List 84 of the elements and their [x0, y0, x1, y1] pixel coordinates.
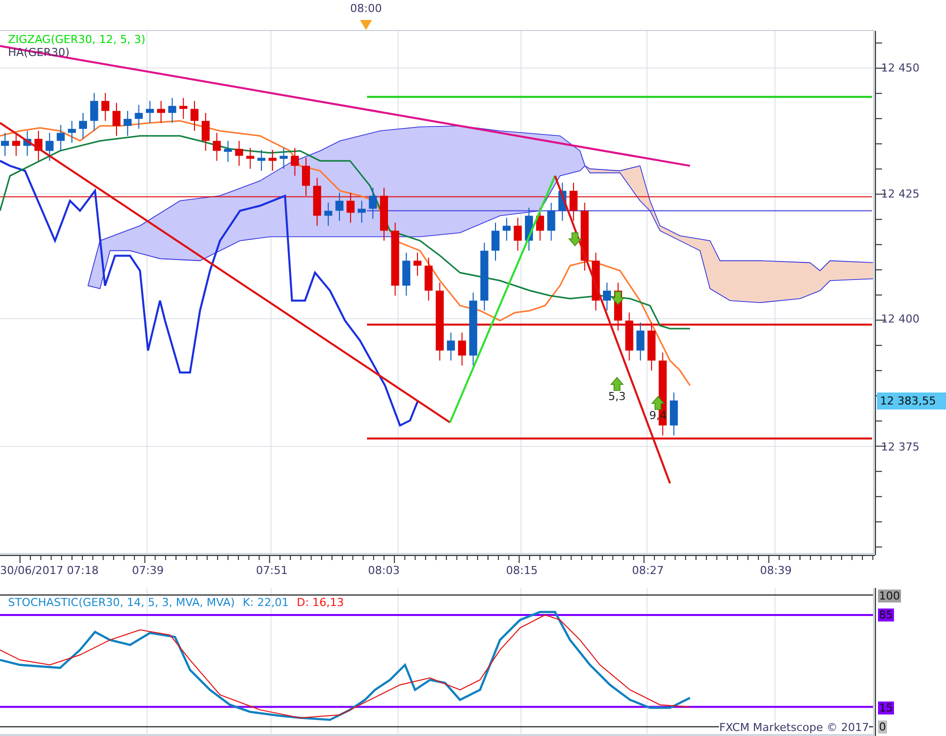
- candlestick: [112, 102, 120, 136]
- time-label: 07:39: [132, 564, 164, 578]
- candlestick: [190, 100, 198, 132]
- price-label: 12 425: [881, 187, 920, 200]
- candlestick: [402, 252, 410, 296]
- time-label: 08:39: [760, 564, 792, 578]
- candlestick: [558, 182, 566, 222]
- candlestick: [358, 200, 366, 224]
- candlestick: [235, 140, 244, 166]
- candlestick: [46, 132, 54, 162]
- d-value-label: D: 16,13: [296, 596, 344, 610]
- candlestick: [346, 192, 355, 224]
- candlestick: [502, 217, 511, 242]
- up-arrow-icon: [651, 396, 665, 410]
- candlestick: [648, 322, 656, 371]
- time-label: 08:03: [368, 564, 400, 578]
- candlestick: [101, 92, 110, 122]
- time-label: 08:15: [506, 564, 538, 578]
- price-label: 12 450: [881, 61, 920, 74]
- candlestick: [134, 104, 143, 130]
- time-label: 08:27: [632, 564, 664, 578]
- candlestick: [446, 332, 455, 361]
- k-value-label: K: 22,01: [242, 596, 289, 610]
- candlestick: [324, 202, 332, 226]
- candlestick: [536, 207, 544, 242]
- indicator-label: ZIGZAG(GER30, 12, 5, 3): [8, 32, 146, 46]
- candlestick: [458, 332, 466, 366]
- candlestick: [592, 252, 600, 312]
- candlestick: [146, 100, 154, 124]
- candlestick: [168, 97, 176, 124]
- candlestick: [290, 147, 299, 176]
- indicator-label: STOCHASTIC(GER30, 14, 5, 3, MVA, MVA): [8, 596, 235, 610]
- level-label: 15: [878, 702, 894, 715]
- candlestick: [547, 202, 556, 242]
- level-label: 85: [878, 608, 894, 622]
- candlestick: [202, 112, 210, 152]
- candlestick: [56, 124, 65, 152]
- candlestick: [492, 222, 500, 262]
- candlestick: [1, 132, 9, 156]
- signal-label: 5,3: [608, 390, 626, 403]
- time-label: 30/06/2017 07:18: [0, 564, 99, 578]
- down-arrow-icon: [611, 291, 625, 306]
- candlestick: [68, 120, 76, 144]
- price-label: 12 400: [881, 312, 920, 326]
- candlestick: [246, 147, 254, 170]
- candlestick: [580, 202, 589, 272]
- candlestick: [380, 187, 388, 242]
- candlestick: [602, 282, 611, 312]
- candlestick: [224, 140, 232, 162]
- candlestick: [179, 97, 188, 120]
- candlestick: [368, 187, 377, 220]
- candlestick: [335, 192, 344, 222]
- candlestick: [636, 322, 644, 361]
- candlestick: [90, 92, 98, 132]
- down-arrow-icon: [568, 232, 582, 246]
- candlestick: [313, 177, 322, 226]
- copyright-text: FXCM Marketscope © 2017: [719, 720, 869, 734]
- candlestick: [670, 392, 678, 436]
- candlestick: [413, 252, 422, 276]
- candlestick: [424, 257, 433, 302]
- candlestick: [302, 157, 310, 196]
- time-label: 07:51: [256, 564, 288, 578]
- candlestick: [23, 130, 32, 156]
- candlestick: [514, 217, 522, 252]
- time-marker-icon: [360, 20, 372, 30]
- price-label: 12 375: [881, 440, 920, 454]
- candlestick: [34, 130, 42, 162]
- candlestick: [524, 207, 533, 252]
- candlestick: [79, 112, 88, 140]
- candlestick: [480, 242, 488, 312]
- time-marker-label: 08:00: [350, 2, 382, 15]
- candlestick: [12, 132, 20, 156]
- candlestick: [280, 147, 288, 170]
- candlestick: [257, 149, 266, 172]
- candlestick: [570, 182, 578, 222]
- up-arrow-icon: [610, 376, 624, 391]
- current-price-tag: 12 383,55: [877, 392, 946, 410]
- candlestick: [625, 312, 634, 361]
- candlestick: [124, 110, 132, 136]
- level-label: 100: [878, 590, 901, 603]
- level-label: 0: [878, 720, 887, 734]
- candlestick: [212, 132, 221, 162]
- candlestick: [268, 149, 277, 172]
- candlestick: [157, 100, 166, 124]
